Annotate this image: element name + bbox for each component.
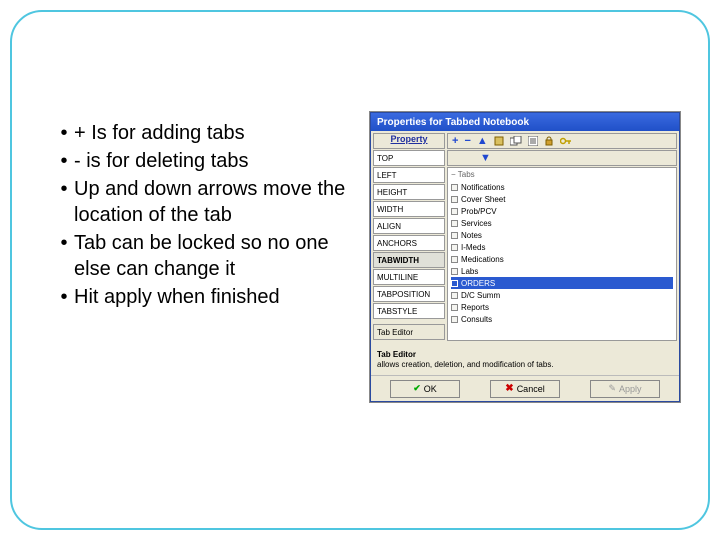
tab-item[interactable]: D/C Summ [451,289,673,301]
property-row[interactable]: TABWIDTH [373,252,445,268]
tab-icon [451,292,458,299]
tab-toolbar: + − ▲ [447,133,677,149]
property-row[interactable]: WIDTH [373,201,445,217]
tab-icon [451,232,458,239]
property-row[interactable]: HEIGHT [373,184,445,200]
tab-item[interactable]: Reports [451,301,673,313]
tab-icon [451,244,458,251]
lock-icon[interactable] [544,136,554,146]
slide-frame: • + Is for adding tabs • - is for deleti… [10,10,710,530]
paste-icon[interactable] [494,136,504,146]
property-row[interactable]: TABPOSITION [373,286,445,302]
apply-button[interactable]: ✎Apply [590,380,660,398]
tab-toolbar-2: ▼ [447,150,677,166]
bullet-item: • Up and down arrows move the location o… [54,176,366,228]
property-row[interactable]: ALIGN [373,218,445,234]
tab-icon [451,268,458,275]
check-icon: ✔ [413,383,421,394]
tabs-label: − Tabs [451,170,673,179]
bullet-text: + Is for adding tabs [74,120,366,146]
tab-icon [451,256,458,263]
property-row[interactable]: TABSTYLE [373,303,445,319]
bullet-list: • + Is for adding tabs • - is for deleti… [36,42,366,498]
bullet-dot: • [54,230,74,282]
tab-icon [451,304,458,311]
tab-item[interactable]: Services [451,217,673,229]
screenshot-area: Properties for Tabbed Notebook Property … [366,42,684,498]
tab-icon [451,208,458,215]
property-row[interactable]: MULTILINE [373,269,445,285]
bullet-text: - is for deleting tabs [74,148,366,174]
bullet-item: • + Is for adding tabs [54,120,366,146]
bullet-text: Up and down arrows move the location of … [74,176,366,228]
tab-icon [451,220,458,227]
bullet-dot: • [54,176,74,228]
tab-item[interactable]: Notes [451,229,673,241]
bullet-item: • Hit apply when finished [54,284,366,310]
move-up-icon[interactable]: ▲ [477,136,488,147]
bullet-dot: • [54,284,74,310]
tab-item[interactable]: Labs [451,265,673,277]
dialog-title: Properties for Tabbed Notebook [377,117,529,128]
tabs-panel: − Tabs Notifications Cover Sheet Prob/PC… [447,167,677,341]
tabs-list: Notifications Cover Sheet Prob/PCV Servi… [451,181,673,325]
bullet-dot: • [54,120,74,146]
key-icon[interactable] [560,136,572,146]
tab-editor-button[interactable]: Tab Editor [373,324,445,340]
tab-icon [451,316,458,323]
cancel-button[interactable]: ✖Cancel [490,380,560,398]
tab-item[interactable]: Medications [451,253,673,265]
close-icon: ✖ [505,383,513,394]
properties-icon[interactable] [528,136,538,146]
property-list: Property TOP LEFT HEIGHT WIDTH ALIGN ANC… [373,133,445,341]
apply-icon: ✎ [608,383,616,394]
tab-icon [451,280,458,287]
help-panel: Tab Editor allows creation, deletion, an… [373,347,677,375]
help-title: Tab Editor [377,350,673,359]
copy-icon[interactable] [510,136,522,146]
tab-icon [451,196,458,203]
tab-icon [451,184,458,191]
tab-item[interactable]: Notifications [451,181,673,193]
bullet-item: • Tab can be locked so no one else can c… [54,230,366,282]
bullet-item: • - is for deleting tabs [54,148,366,174]
dialog-button-bar: ✔OK ✖Cancel ✎Apply [371,375,679,401]
delete-tab-icon[interactable]: − [464,136,470,147]
property-header: Property [373,133,445,149]
tab-item[interactable]: Cover Sheet [451,193,673,205]
bullet-dot: • [54,148,74,174]
tab-item-selected[interactable]: ORDERS [451,277,673,289]
add-tab-icon[interactable]: + [452,136,458,147]
tab-item[interactable]: Consults [451,313,673,325]
property-row[interactable]: TOP [373,150,445,166]
property-row[interactable]: ANCHORS [373,235,445,251]
bullet-text: Tab can be locked so no one else can cha… [74,230,366,282]
tab-item[interactable]: Prob/PCV [451,205,673,217]
dialog-titlebar[interactable]: Properties for Tabbed Notebook [371,113,679,131]
help-text: allows creation, deletion, and modificat… [377,360,673,369]
properties-dialog: Properties for Tabbed Notebook Property … [370,112,680,402]
move-down-icon[interactable]: ▼ [480,153,491,164]
property-row[interactable]: LEFT [373,167,445,183]
bullet-text: Hit apply when finished [74,284,366,310]
ok-button[interactable]: ✔OK [390,380,460,398]
tab-item[interactable]: I-Meds [451,241,673,253]
